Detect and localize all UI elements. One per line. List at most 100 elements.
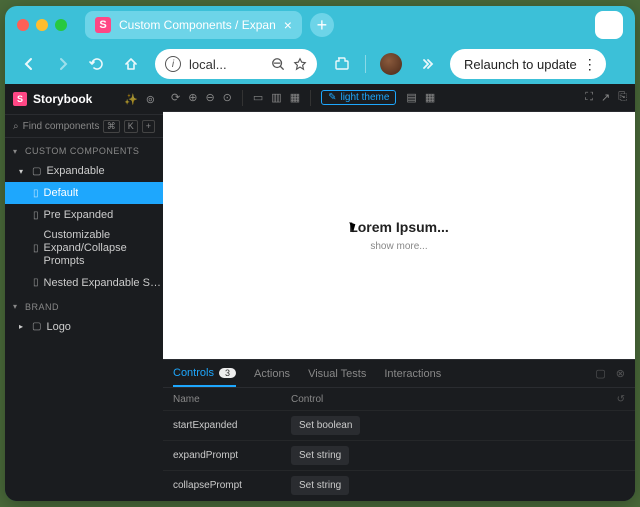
control-name: collapsePrompt (173, 480, 291, 491)
story-heading: Lorem Ipsum... (349, 219, 449, 235)
chevron-down-icon: ▾ (19, 167, 27, 176)
control-row: collapsePrompt Set string (163, 470, 635, 500)
story-canvas: Lorem Ipsum... show more... (163, 112, 635, 359)
tab-actions[interactable]: Actions (254, 360, 290, 387)
tree-item-customizable-prompts[interactable]: ▯ Customizable Expand/Collapse Prompts (5, 226, 163, 272)
zoom-in-icon[interactable]: ⊕ (188, 91, 197, 104)
storybook-icon: S (13, 92, 27, 106)
outline-icon[interactable]: ▦ (425, 91, 435, 104)
addons-panel: Controls 3 Actions Visual Tests Interact… (163, 359, 635, 501)
chevron-down-icon: ▾ (13, 147, 21, 156)
separator (310, 90, 311, 106)
search-placeholder: Find components (23, 121, 100, 132)
viewport-icon[interactable]: ▭ (253, 91, 263, 104)
background-icon[interactable]: ▤ (406, 91, 416, 104)
control-row: startExpanded Set boolean (163, 410, 635, 440)
chevron-right-icon: ▸ (19, 322, 27, 331)
favicon-icon: S (95, 17, 111, 33)
section-label: BRAND (25, 302, 59, 312)
settings-icon[interactable]: ⊚ (146, 93, 155, 106)
browser-tab[interactable]: S Custom Components / Expan × (85, 11, 302, 39)
search-input[interactable]: ⌕ Find components ⌘ K + (5, 114, 163, 138)
separator (365, 55, 366, 73)
sidebar-header-actions: ✨ ⊚ (124, 93, 155, 106)
open-icon[interactable]: ↗ (601, 91, 610, 104)
tree-item-pre-expanded[interactable]: ▯ Pre Expanded (5, 204, 163, 226)
zoom-icon[interactable] (271, 57, 285, 71)
control-name: startExpanded (173, 420, 291, 431)
back-button[interactable] (19, 54, 39, 74)
section-brand[interactable]: ▾ BRAND (5, 294, 163, 316)
tab-strip: S Custom Components / Expan × + (5, 6, 635, 44)
tree-item-nested-expandable[interactable]: ▯ Nested Expandable Sections (5, 272, 163, 294)
menu-icon: ⋮ (583, 56, 596, 73)
sidebar: S Storybook ✨ ⊚ ⌕ Find components ⌘ K + (5, 84, 163, 501)
tab-visual-tests[interactable]: Visual Tests (308, 360, 366, 387)
addon-tabs: Controls 3 Actions Visual Tests Interact… (163, 360, 635, 388)
info-icon[interactable]: i (165, 56, 181, 72)
reload-button[interactable] (87, 54, 107, 74)
overflow-button[interactable] (416, 54, 436, 74)
address-text: local... (189, 57, 263, 72)
search-icon: ⌕ (13, 121, 19, 132)
set-string-button[interactable]: Set string (291, 446, 349, 465)
zoom-reset-icon[interactable]: ⊙ (223, 91, 232, 104)
link-icon[interactable]: ⎘ (618, 91, 627, 104)
fullscreen-icon[interactable]: ⛶ (585, 91, 593, 104)
theme-selector[interactable]: ✎ light theme (321, 90, 396, 105)
controls-count-badge: 3 (219, 368, 236, 378)
theme-label: light theme (340, 92, 389, 103)
controls-rows: startExpanded Set boolean expandPrompt S… (163, 410, 635, 501)
traffic-lights (17, 19, 67, 31)
tree-item-logo[interactable]: ▸ ▢ Logo (5, 316, 163, 338)
app-content: S Storybook ✨ ⊚ ⌕ Find components ⌘ K + (5, 84, 635, 501)
story-icon: ▯ (33, 188, 39, 199)
window-minimize-icon[interactable] (36, 19, 48, 31)
tab-controls[interactable]: Controls 3 (173, 360, 236, 387)
tab-interactions[interactable]: Interactions (384, 360, 441, 387)
controls-header: Name Control ↺ (163, 388, 635, 410)
tree-item-default[interactable]: ▯ Default (5, 182, 163, 204)
canvas-toolbar: ⟳ ⊕ ⊖ ⊙ ▭ ▥ ▦ ✎ light theme ▤ (163, 84, 635, 112)
component-icon: ▢ (32, 321, 41, 332)
home-button[interactable] (121, 54, 141, 74)
column-control: Control (291, 394, 617, 405)
component-icon: ▢ (32, 166, 41, 177)
story-icon: ▯ (33, 243, 39, 254)
set-boolean-button[interactable]: Set boolean (291, 416, 360, 435)
forward-button[interactable] (53, 54, 73, 74)
relaunch-button[interactable]: Relaunch to update ⋮ (450, 49, 606, 79)
panel-close-icon[interactable]: ⊗ (616, 367, 625, 380)
sync-icon[interactable]: ⟳ (171, 91, 180, 104)
chevron-down-icon: ▾ (13, 302, 21, 311)
window-close-icon[interactable] (17, 19, 29, 31)
address-bar[interactable]: i local... (155, 49, 317, 79)
browser-window: S Custom Components / Expan × + i local.… (5, 6, 635, 501)
canvas-zoom-controls: ⟳ ⊕ ⊖ ⊙ (171, 91, 232, 104)
extensions-button[interactable] (331, 54, 351, 74)
section-custom-components[interactable]: ▾ CUSTOM COMPONENTS (5, 138, 163, 160)
sidebar-header: S Storybook ✨ ⊚ (5, 84, 163, 114)
column-name: Name (173, 394, 291, 405)
new-tab-button[interactable]: + (310, 13, 334, 37)
tree-item-expandable[interactable]: ▾ ▢ Expandable (5, 160, 163, 182)
storybook-logo[interactable]: S Storybook (13, 92, 92, 106)
window-control-button[interactable] (595, 11, 623, 39)
storybook-name: Storybook (33, 92, 92, 106)
window-maximize-icon[interactable] (55, 19, 67, 31)
wand-icon[interactable]: ✨ (124, 93, 138, 106)
panel-expand-icon[interactable]: ▢ (595, 367, 605, 380)
zoom-out-icon[interactable]: ⊖ (205, 91, 214, 104)
measure-icon[interactable]: ▦ (290, 91, 300, 104)
profile-avatar[interactable] (380, 53, 402, 75)
star-icon[interactable] (293, 57, 307, 71)
grid-icon[interactable]: ▥ (271, 91, 281, 104)
control-name: expandPrompt (173, 450, 291, 461)
main-area: ⟳ ⊕ ⊖ ⊙ ▭ ▥ ▦ ✎ light theme ▤ (163, 84, 635, 501)
control-row: expandPrompt Set string (163, 440, 635, 470)
relaunch-label: Relaunch to update (464, 57, 577, 72)
show-more-link[interactable]: show more... (370, 241, 427, 252)
set-string-button[interactable]: Set string (291, 476, 349, 495)
close-icon[interactable]: × (284, 17, 292, 33)
reset-icon[interactable]: ↺ (617, 394, 625, 405)
